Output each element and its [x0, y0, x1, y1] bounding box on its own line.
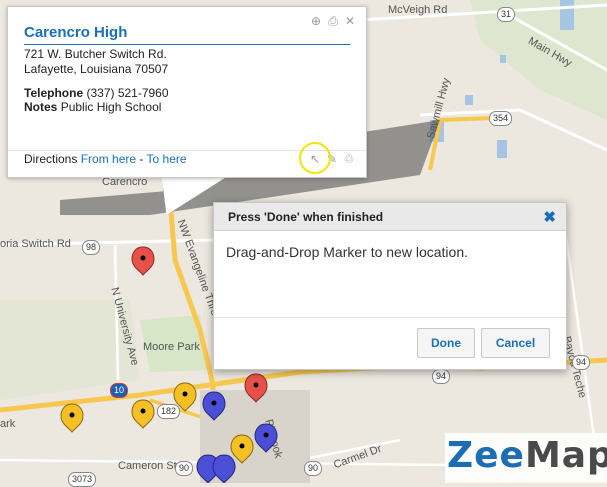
dialog-close-icon[interactable]: ✖ [543, 208, 556, 226]
notes-value: Public High School [60, 100, 162, 114]
cancel-button[interactable]: Cancel [481, 328, 550, 358]
label-moore-park: Moore Park [143, 341, 200, 353]
popup-title: Carencro High [24, 24, 128, 41]
delete-icon[interactable]: ♲ [343, 153, 355, 165]
shield-354: 354 [489, 111, 513, 126]
directions-label: Directions [24, 152, 78, 166]
directions-separator: - [139, 152, 144, 166]
shield-3073: 3073 [68, 472, 97, 487]
telephone-row: Telephone (337) 521-7960 [24, 86, 169, 100]
label-cameron-st: Cameron St [118, 460, 177, 472]
shield-10: 10 [110, 383, 129, 398]
shield-98: 98 [82, 240, 101, 255]
info-popup: ⊕ ⎙ ✕ Carencro High 721 W. Butcher Switc… [7, 6, 367, 178]
dialog-title: Press 'Done' when finished [228, 210, 384, 224]
telephone-label: Telephone [24, 86, 84, 100]
label-mcveigh-rd: McVeigh Rd [388, 4, 448, 16]
dialog-message: Drag-and-Drop Marker to new location. [226, 244, 468, 260]
label-park: ark [0, 418, 16, 430]
popup-divider [24, 44, 350, 45]
shield-94b: 94 [432, 369, 451, 384]
shield-31: 31 [497, 7, 516, 22]
zoom-icon[interactable]: ⊕ [310, 15, 322, 27]
print-icon[interactable]: ⎙ [327, 15, 339, 27]
shield-90b: 90 [304, 461, 323, 476]
notes-label: Notes [24, 100, 58, 114]
shield-182: 182 [157, 404, 181, 419]
close-icon[interactable]: ✕ [344, 15, 356, 27]
logo-part1: Zee [447, 435, 525, 476]
label-butcher-switch: oria Switch Rd [0, 238, 71, 250]
dialog-header: Press 'Done' when finished ✖ [214, 203, 566, 231]
popup-toolbar: ⊕ ⎙ ✕ [310, 15, 356, 27]
shield-90: 90 [175, 461, 194, 476]
zeemaps-logo: ZeeMaps [445, 433, 607, 483]
telephone-value: (337) 521-7960 [86, 86, 169, 100]
logo-part2: Maps [524, 435, 607, 476]
notes-row: Notes Public High School [24, 100, 161, 114]
shield-94: 94 [572, 355, 591, 370]
highlight-ring [299, 142, 331, 174]
directions-row: Directions From here - To here [24, 152, 187, 166]
address-line1: 721 W. Butcher Switch Rd. [24, 47, 167, 61]
logo-text: ZeeMaps [447, 435, 607, 476]
dialog-divider [214, 317, 566, 318]
move-marker-dialog: Press 'Done' when finished ✖ Drag-and-Dr… [213, 202, 567, 370]
done-button[interactable]: Done [417, 328, 475, 358]
to-here-link[interactable]: To here [147, 152, 187, 166]
from-here-link[interactable]: From here [81, 152, 136, 166]
address-line2: Lafayette, Louisiana 70507 [24, 62, 169, 76]
